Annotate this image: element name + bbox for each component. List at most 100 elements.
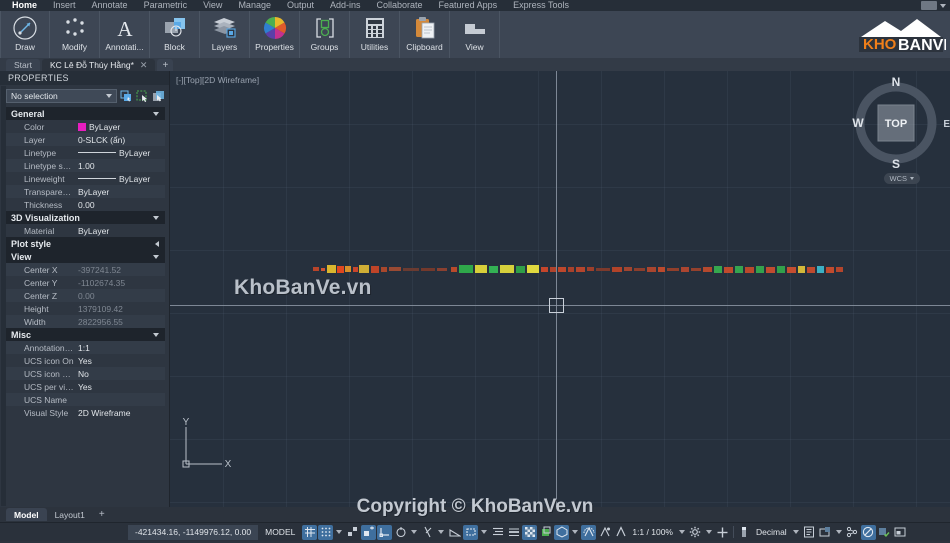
property-value[interactable]: 1.00 [74, 161, 165, 171]
cad-entity[interactable] [777, 266, 785, 273]
cad-entity[interactable] [353, 267, 358, 272]
property-row-center-z[interactable]: Center Z 0.00 [6, 289, 165, 302]
property-value[interactable]: 0-SLCK (ẩn) [74, 135, 165, 145]
property-row-color[interactable]: Color ByLayer [6, 120, 165, 133]
ribbon-tab-view[interactable]: View [195, 0, 230, 11]
cad-entity[interactable] [766, 267, 775, 273]
property-value[interactable]: ByLayer [74, 226, 165, 236]
layout-tab-layout1[interactable]: Layout1 [47, 508, 93, 521]
units-options-chevron-down-icon[interactable] [792, 530, 799, 534]
property-row-transparency[interactable]: Transparency ByLayer [6, 185, 165, 198]
ucs-options-chevron-down-icon[interactable] [481, 530, 488, 534]
cad-entity[interactable] [500, 265, 514, 273]
cad-entity[interactable] [807, 267, 815, 273]
property-row-width[interactable]: Width 2822956.55 [6, 315, 165, 328]
cad-entity[interactable] [489, 266, 498, 273]
add-toolbar-plus-icon[interactable] [715, 525, 730, 540]
units-icon[interactable] [737, 525, 752, 540]
ribbon-panel-clipboard[interactable]: Clipboard [400, 11, 450, 58]
cad-entity[interactable] [389, 267, 401, 271]
new-tab-button[interactable]: + [157, 59, 174, 71]
property-row-ucs-icon-on[interactable]: UCS icon On Yes [6, 354, 165, 367]
graphics-performance-icon[interactable] [845, 525, 860, 540]
3d-snap-options-chevron-down-icon[interactable] [572, 530, 579, 534]
property-row-linetype-scale[interactable]: Linetype scale 1.00 [6, 159, 165, 172]
selection-dropdown[interactable]: No selection [6, 89, 117, 103]
dynamic-input-toggle[interactable] [490, 525, 505, 540]
property-value[interactable]: Yes [74, 356, 165, 366]
property-value[interactable]: 0.00 [74, 200, 165, 210]
customization-icon[interactable] [877, 525, 892, 540]
cad-entity[interactable] [587, 267, 594, 271]
cad-entity[interactable] [817, 266, 824, 273]
property-row-visual-style[interactable]: Visual Style 2D Wireframe [6, 406, 165, 419]
cad-entity[interactable] [787, 267, 796, 273]
cad-entity[interactable] [437, 268, 447, 271]
ribbon-panel-block[interactable]: Block [150, 11, 200, 58]
property-row-linetype[interactable]: Linetype ByLayer [6, 146, 165, 159]
ribbon-panel-layers[interactable]: Layers [200, 11, 250, 58]
object-snap-tracking-toggle[interactable] [420, 525, 435, 540]
cad-entity[interactable] [313, 267, 319, 271]
cad-entity[interactable] [735, 266, 743, 273]
ribbon-tab-featured-apps[interactable]: Featured Apps [431, 0, 506, 11]
property-row-ucs-icon-at-origin[interactable]: UCS icon at or... No [6, 367, 165, 380]
ribbon-panel-properties[interactable]: Properties [250, 11, 300, 58]
cad-entity[interactable] [691, 268, 701, 271]
property-row-center-y[interactable]: Center Y -1102674.35 [6, 276, 165, 289]
grid-display-toggle[interactable] [302, 524, 318, 540]
ribbon-tab-home[interactable]: Home [4, 0, 45, 11]
ribbon-tab-annotate[interactable]: Annotate [84, 0, 136, 11]
layout-tab-bar[interactable]: Model Layout1 + [0, 507, 950, 522]
cad-entity[interactable] [327, 265, 336, 273]
property-row-material[interactable]: Material ByLayer [6, 224, 165, 237]
property-value[interactable]: ByLayer [74, 148, 165, 158]
property-value[interactable]: 2D Wireframe [74, 408, 165, 418]
layout-tab-model[interactable]: Model [6, 508, 47, 521]
cad-entity[interactable] [658, 267, 665, 272]
ribbon-panel-view[interactable]: View [450, 11, 500, 58]
property-value[interactable]: No [74, 369, 165, 379]
polar-tracking-toggle[interactable] [361, 524, 377, 540]
cad-entity[interactable] [421, 268, 435, 271]
object-snap-toggle[interactable] [377, 524, 393, 540]
cad-entity[interactable] [527, 265, 539, 273]
wcs-selector[interactable]: WCS [883, 173, 920, 184]
ribbon-panel-modify[interactable]: Modify [50, 11, 100, 58]
ribbon-panel-utilities[interactable]: Utilities [350, 11, 400, 58]
cad-entity[interactable] [451, 267, 457, 272]
cad-entity[interactable] [836, 267, 843, 272]
cad-entity[interactable] [576, 267, 585, 272]
property-value[interactable]: ByLayer [74, 122, 165, 132]
cad-entity[interactable] [596, 268, 610, 271]
ribbon-panel-groups[interactable]: Groups [300, 11, 350, 58]
viewport-config-label[interactable]: [-][Top][2D Wireframe] [176, 75, 259, 85]
property-row-height[interactable]: Height 1379109.42 [6, 302, 165, 315]
cad-entity[interactable] [371, 266, 379, 273]
ribbon-tab-output[interactable]: Output [279, 0, 322, 11]
property-value[interactable]: 1:1 [74, 343, 165, 353]
property-row-thickness[interactable]: Thickness 0.00 [6, 198, 165, 211]
pick-sub-object-icon[interactable] [152, 90, 165, 103]
property-row-ucs-per-viewport[interactable]: UCS per viewp... Yes [6, 380, 165, 393]
property-value[interactable]: Yes [74, 382, 165, 392]
selection-cycling-toggle[interactable] [538, 525, 553, 540]
clean-screen-toggle[interactable] [860, 524, 876, 540]
3d-object-snap-toggle[interactable] [554, 524, 570, 540]
lineweight-display-toggle[interactable] [506, 525, 521, 540]
ribbon-tab-bar[interactable]: Home Insert Annotate Parametric View Man… [0, 0, 950, 11]
cad-entity[interactable] [516, 266, 525, 273]
cad-entity[interactable] [558, 267, 566, 272]
file-tab-drawing[interactable]: KC Lê Đỗ Thúy Hằng* ✕ [41, 59, 156, 71]
select-objects-icon[interactable] [136, 90, 149, 103]
ribbon-tab-addins[interactable]: Add-ins [322, 0, 369, 11]
units-value[interactable]: Decimal [753, 527, 790, 537]
cad-entity[interactable] [703, 267, 712, 272]
isometric-options-chevron-down-icon[interactable] [411, 530, 418, 534]
cad-entity[interactable] [550, 267, 556, 272]
quick-properties-icon[interactable] [802, 525, 817, 540]
property-group-header-misc[interactable]: Misc [6, 328, 165, 341]
cad-entity[interactable] [612, 267, 622, 272]
chevron-down-icon[interactable] [940, 3, 946, 8]
cad-entity[interactable] [667, 268, 679, 271]
